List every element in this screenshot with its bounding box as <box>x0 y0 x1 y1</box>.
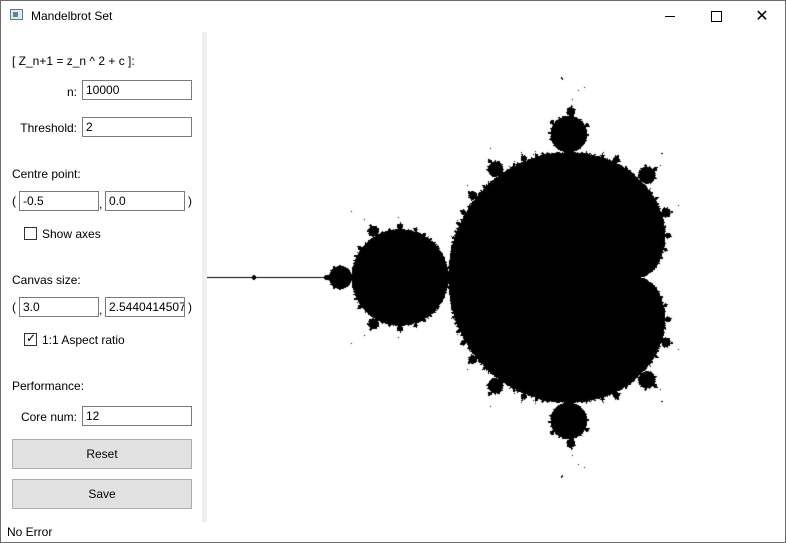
status-text: No Error <box>7 525 53 539</box>
close-icon: ✕ <box>755 6 769 25</box>
canvas-comma: , <box>99 303 103 317</box>
close-button[interactable]: ✕ <box>739 1 785 31</box>
window-title: Mandelbrot Set <box>31 9 113 23</box>
core-num-label: Core num: <box>20 410 77 424</box>
minimize-button[interactable] <box>647 1 693 31</box>
centre-y-input[interactable]: 0.0 <box>105 191 185 211</box>
save-button[interactable]: Save <box>12 479 192 509</box>
centre-comma: , <box>99 197 103 211</box>
centre-point-label: Centre point: <box>12 167 81 181</box>
iterations-label: n: <box>66 85 77 99</box>
centre-open-paren: ( <box>12 194 16 208</box>
canvas-size-label: Canvas size: <box>12 273 81 287</box>
performance-label: Performance: <box>12 379 85 393</box>
iterations-input[interactable]: 10000 <box>82 80 192 100</box>
show-axes-label: Show axes <box>42 227 101 241</box>
title-bar[interactable]: Mandelbrot Set ✕ <box>1 1 785 31</box>
maximize-icon <box>710 10 722 22</box>
aspect-ratio-checkbox[interactable]: ✓ <box>24 331 37 346</box>
threshold-label: Threshold: <box>20 121 77 135</box>
centre-x-input[interactable]: -0.5 <box>19 191 99 211</box>
show-axes-checkbox[interactable] <box>24 227 37 240</box>
canvas-width-input[interactable]: 3.0 <box>19 297 99 317</box>
settings-panel: [ Z_n+1 = z_n ^ 2 + c ]: n: 10000 Thresh… <box>1 31 201 521</box>
app-window-icon <box>10 9 23 20</box>
canvas-open-paren: ( <box>12 300 16 314</box>
centre-close-paren: ) <box>188 194 192 208</box>
checkmark-icon: ✓ <box>26 331 37 345</box>
reset-button[interactable]: Reset <box>12 439 192 469</box>
minimize-icon <box>665 15 675 17</box>
mandelbrot-canvas-area[interactable] <box>207 32 785 522</box>
core-num-input[interactable]: 12 <box>82 406 192 426</box>
main-window: Mandelbrot Set ✕ [ Z_n+1 = z_n ^ 2 + c ]… <box>0 0 786 543</box>
mandelbrot-canvas[interactable] <box>207 32 785 522</box>
formula-label: [ Z_n+1 = z_n ^ 2 + c ]: <box>12 54 135 68</box>
threshold-input[interactable]: 2 <box>82 117 192 137</box>
canvas-height-input[interactable]: 2.5440414507 <box>105 297 185 317</box>
maximize-button[interactable] <box>693 1 739 31</box>
canvas-close-paren: ) <box>188 300 192 314</box>
aspect-ratio-label: 1:1 Aspect ratio <box>42 333 125 347</box>
